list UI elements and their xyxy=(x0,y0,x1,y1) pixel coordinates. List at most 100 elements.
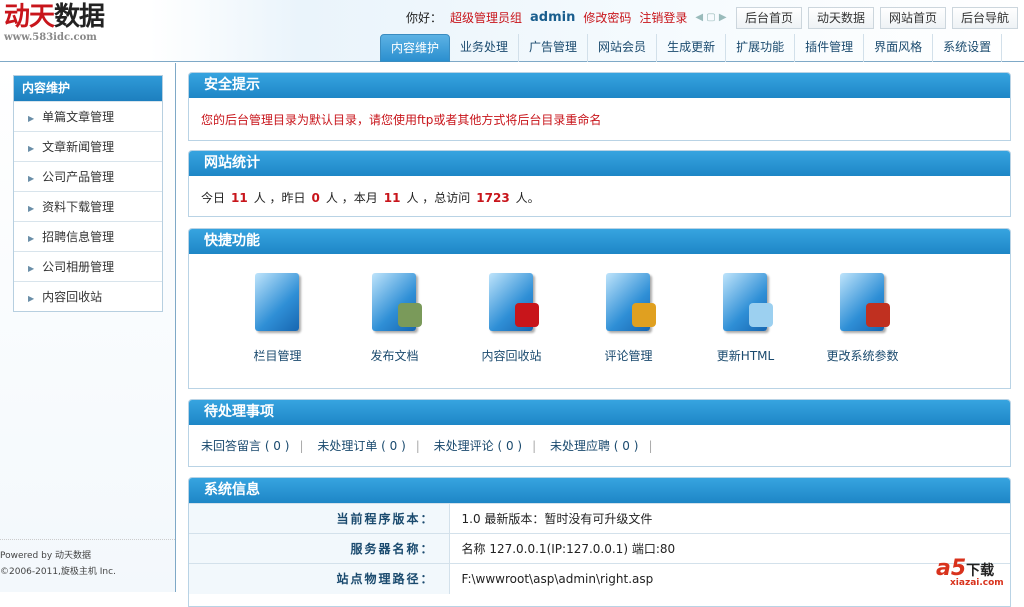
table-row: 当前程序版本： 1.0 最新版本：暂时没有可升级文件 xyxy=(189,503,1010,534)
quick-function-label: 内容回收站 xyxy=(481,349,542,363)
panel-title: 安全提示 xyxy=(189,73,1010,98)
arrow-icon: ▶ xyxy=(28,114,35,123)
quick-function-label: 发布文档 xyxy=(370,349,419,363)
arrow-icon: ▶ xyxy=(28,144,35,153)
pending-messages-link[interactable]: 未回答留言 ( 0 ) xyxy=(201,439,289,453)
info-value: 1.0 最新版本：暂时没有可升级文件 xyxy=(449,503,1010,534)
sidebar-item-label: 资料下载管理 xyxy=(42,200,115,214)
sidebar-item-label: 公司产品管理 xyxy=(42,170,115,184)
info-key: 服务器名称： xyxy=(189,533,450,564)
sidebar-item-label: 内容回收站 xyxy=(42,290,103,304)
arrow-icon: ▶ xyxy=(28,264,35,273)
sidebar-item[interactable]: ▶ 公司相册管理 xyxy=(14,251,162,281)
system-tools-icon xyxy=(836,269,890,333)
divider: | xyxy=(532,439,537,453)
pending-applications-link[interactable]: 未处理应聘 ( 0 ) xyxy=(550,439,638,453)
quick-function-label: 评论管理 xyxy=(604,349,653,363)
tab-extensions[interactable]: 扩展功能 xyxy=(726,34,796,62)
sidebar-item[interactable]: ▶ 招聘信息管理 xyxy=(14,221,162,251)
tab-business[interactable]: 业务处理 xyxy=(450,34,520,62)
quick-function-item[interactable]: 发布文档 xyxy=(336,269,453,364)
sidebar-item[interactable]: ▶ 单篇文章管理 xyxy=(14,101,162,131)
logout-link[interactable]: 注销登录 xyxy=(639,9,687,26)
quick-function-item[interactable]: 更新HTML xyxy=(687,269,804,364)
sidebar-title: 内容维护 xyxy=(14,76,162,101)
user-role: 超级管理员组 xyxy=(450,11,523,25)
quick-function-item[interactable]: 更改系统参数 xyxy=(804,269,921,364)
publish-document-icon xyxy=(368,269,422,333)
divider: | xyxy=(415,439,420,453)
watermark-logo: a5下载 xiazai.com xyxy=(936,556,1004,588)
arrow-icon: ▶ xyxy=(28,294,35,303)
today-label: 今日 xyxy=(201,191,226,205)
sidebar-item-label: 招聘信息管理 xyxy=(42,230,115,244)
sidebar-menu: 内容维护 ▶ 单篇文章管理 ▶ 文章新闻管理 ▶ 公司产品管理 ▶ 资料下载管理 ▶ 招聘… xyxy=(13,75,163,312)
logo[interactable]: 动天数据 www.583idc.com xyxy=(4,2,105,43)
sidebar-item[interactable]: ▶ 文章新闻管理 xyxy=(14,131,162,161)
security-panel: 安全提示 您的后台管理目录为默认目录，请您使用ftp或者其他方式将后台目录重命名 xyxy=(188,72,1011,141)
total-count: 1723 xyxy=(476,191,510,205)
pending-orders-link[interactable]: 未处理订单 ( 0 ) xyxy=(317,439,405,453)
logo-url: www.583idc.com xyxy=(4,32,97,43)
divider: | xyxy=(299,439,304,453)
sidebar-item[interactable]: ▶ 资料下载管理 xyxy=(14,191,162,221)
quick-function-label: 更新HTML xyxy=(716,349,775,363)
tab-settings[interactable]: 系统设置 xyxy=(933,34,1003,62)
quick-function-item[interactable]: 内容回收站 xyxy=(453,269,570,364)
stats-end: 人。 xyxy=(515,191,540,205)
site-home-button[interactable]: 网站首页 xyxy=(880,7,947,29)
quick-function-item[interactable]: 评论管理 xyxy=(570,269,687,364)
tab-generate[interactable]: 生成更新 xyxy=(657,34,727,62)
arrow-icon: ▶ xyxy=(28,234,35,243)
month-count: 11 xyxy=(383,191,401,205)
admin-nav-button[interactable]: 后台导航 xyxy=(952,7,1019,29)
scroll-arrows-icon[interactable]: ◀ ▢ ▶ xyxy=(695,12,726,23)
quick-function-label: 更改系统参数 xyxy=(826,349,899,363)
stats-line: 今日 11 人 ，昨日 0 人 ，本月 11 人 ，总访问 1723 人。 xyxy=(189,176,1010,220)
tab-members[interactable]: 网站会员 xyxy=(588,34,658,62)
pending-panel: 待处理事项 未回答留言 ( 0 ) | 未处理订单 ( 0 ) | 未处理评论 ( … xyxy=(188,399,1011,467)
info-key: 当前程序版本： xyxy=(189,503,450,534)
total-label: 人 ，总访问 xyxy=(406,191,471,205)
dongtian-button[interactable]: 动天数据 xyxy=(808,7,875,29)
system-info-table: 当前程序版本： 1.0 最新版本：暂时没有可升级文件 服务器名称： 名称 127.0… xyxy=(189,503,1010,594)
arrow-icon: ▶ xyxy=(28,204,35,213)
stats-panel: 网站统计 今日 11 人 ，昨日 0 人 ，本月 11 人 ，总访问 1723 人。 xyxy=(188,150,1011,217)
info-value: 名称 127.0.0.1(IP:127.0.0.1) 端口:80 xyxy=(449,533,1010,564)
pending-comments-link[interactable]: 未处理评论 ( 0 ) xyxy=(434,439,522,453)
sidebar-item[interactable]: ▶ 内容回收站 xyxy=(14,281,162,311)
comment-pen-icon xyxy=(602,269,656,333)
quick-function-label: 栏目管理 xyxy=(253,349,302,363)
panel-title: 网站统计 xyxy=(189,151,1010,176)
arrow-icon: ▶ xyxy=(28,174,35,183)
main-tabs: 内容维护 业务处理 广告管理 网站会员 生成更新 扩展功能 插件管理 界面风格 … xyxy=(380,34,1003,62)
header: 动天数据 www.583idc.com 你好： 超级管理员组 admin 修改密… xyxy=(0,0,1024,62)
table-row: 服务器名称： 名称 127.0.0.1(IP:127.0.0.1) 端口:80 xyxy=(189,533,1010,564)
tab-content[interactable]: 内容维护 xyxy=(380,34,451,62)
system-info-panel: 系统信息 当前程序版本： 1.0 最新版本：暂时没有可升级文件 服务器名称： 名称 … xyxy=(188,477,1011,607)
copyright: ©2006-2011,旋极主机 Inc. xyxy=(0,567,116,577)
username: admin xyxy=(530,10,576,25)
yesterday-label: 人 ，昨日 xyxy=(253,191,306,205)
admin-home-button[interactable]: 后台首页 xyxy=(736,7,803,29)
powered-by: Powered by 动天数据 xyxy=(0,551,92,561)
tab-style[interactable]: 界面风格 xyxy=(864,34,934,62)
panel-title: 快捷功能 xyxy=(189,229,1010,254)
change-password-link[interactable]: 修改密码 xyxy=(583,9,631,26)
today-count: 11 xyxy=(231,191,248,205)
quick-function-item[interactable]: 栏目管理 xyxy=(219,269,336,364)
column-folder-icon xyxy=(251,269,305,333)
quick-functions-panel: 快捷功能 栏目管理 发布文档 内容回收站 评论管理 更新HTML 更改系统参数 xyxy=(188,228,1011,389)
sidebar-item-label: 公司相册管理 xyxy=(42,260,115,274)
tab-plugins[interactable]: 插件管理 xyxy=(795,34,865,62)
table-row: 站点物理路径： F:\wwwroot\asp\admin\right.asp xyxy=(189,563,1010,594)
logo-text-black: 数据 xyxy=(54,2,105,32)
update-html-globe-icon xyxy=(719,269,773,333)
sidebar-footer: Powered by 动天数据 ©2006-2011,旋极主机 Inc. xyxy=(0,539,175,580)
info-key: 站点物理路径： xyxy=(189,563,450,594)
user-bar: 你好： 超级管理员组 admin 修改密码 注销登录 ◀ ▢ ▶ xyxy=(406,9,727,26)
sidebar-item[interactable]: ▶ 公司产品管理 xyxy=(14,161,162,191)
tab-ads[interactable]: 广告管理 xyxy=(519,34,589,62)
month-label: 人 ，本月 xyxy=(325,191,378,205)
yesterday-count: 0 xyxy=(311,191,320,205)
